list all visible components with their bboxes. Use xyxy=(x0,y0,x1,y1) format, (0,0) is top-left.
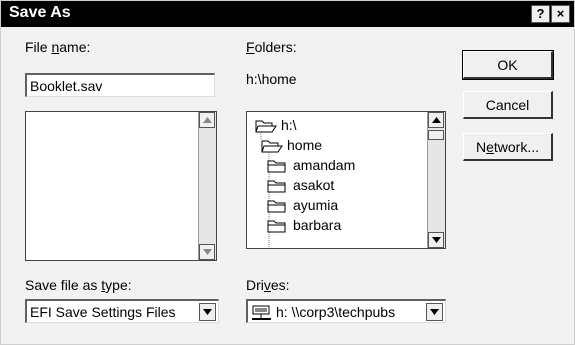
save-as-dialog: Save As ? × File name: Booklet.sav Folde… xyxy=(0,0,575,345)
drives-select[interactable]: h: \\corp3\techpubs xyxy=(246,299,446,323)
folder-icon xyxy=(267,160,286,173)
scroll-down-button[interactable] xyxy=(428,232,444,248)
scroll-up-button[interactable] xyxy=(428,112,444,128)
tree-item-label: barbara xyxy=(293,217,342,233)
scroll-down-button[interactable] xyxy=(199,244,215,260)
folder-tree[interactable]: h:\ home amandam asakot ayumia barbara xyxy=(246,111,446,249)
folder-icon xyxy=(267,220,286,233)
tree-item-label: home xyxy=(287,137,323,153)
scroll-thumb[interactable] xyxy=(428,130,444,140)
scroll-up-button[interactable] xyxy=(199,112,215,128)
file-name-input[interactable]: Booklet.sav xyxy=(25,73,215,97)
folder-icon xyxy=(267,180,286,193)
chevron-down-icon xyxy=(203,309,212,315)
file-name-label: File name: xyxy=(25,39,91,55)
save-type-select[interactable]: EFI Save Settings Files xyxy=(25,299,219,323)
drives-dropdown-button[interactable] xyxy=(426,303,443,321)
folders-label: Folders: xyxy=(246,39,297,55)
tree-item-label: h:\ xyxy=(281,117,297,133)
cancel-button[interactable]: Cancel xyxy=(463,91,553,119)
file-name-value: Booklet.sav xyxy=(30,78,103,94)
folder-tree-scrollbar[interactable] xyxy=(427,112,445,248)
chevron-down-icon xyxy=(430,309,439,315)
tree-item-label: asakot xyxy=(293,177,335,193)
ok-button[interactable]: OK xyxy=(462,50,554,80)
close-button[interactable]: × xyxy=(551,5,570,23)
arrow-down-icon xyxy=(203,249,212,255)
help-button[interactable]: ? xyxy=(531,5,550,23)
arrow-up-icon xyxy=(432,117,441,123)
title-bar[interactable]: Save As ? × xyxy=(1,1,574,27)
open-folder-icon xyxy=(255,120,277,133)
dialog-title: Save As xyxy=(9,4,71,21)
close-icon: × xyxy=(556,6,565,21)
drives-value: h: \\corp3\techpubs xyxy=(276,304,396,320)
network-drive-icon xyxy=(252,305,271,320)
tree-item-label: amandam xyxy=(293,157,356,173)
network-button[interactable]: Network... xyxy=(463,133,553,161)
save-type-dropdown-button[interactable] xyxy=(199,303,216,321)
save-type-value: EFI Save Settings Files xyxy=(30,304,176,320)
drives-label: Drives: xyxy=(246,277,290,293)
arrow-up-icon xyxy=(203,117,212,123)
file-list[interactable] xyxy=(25,111,217,261)
save-type-label: Save file as type: xyxy=(25,277,132,293)
file-list-scrollbar[interactable] xyxy=(198,112,216,260)
arrow-down-icon xyxy=(432,237,441,243)
current-path: h:\home xyxy=(246,71,297,87)
open-folder-icon xyxy=(261,140,283,153)
folder-icon xyxy=(267,200,286,213)
tree-item-label: ayumia xyxy=(293,197,339,213)
